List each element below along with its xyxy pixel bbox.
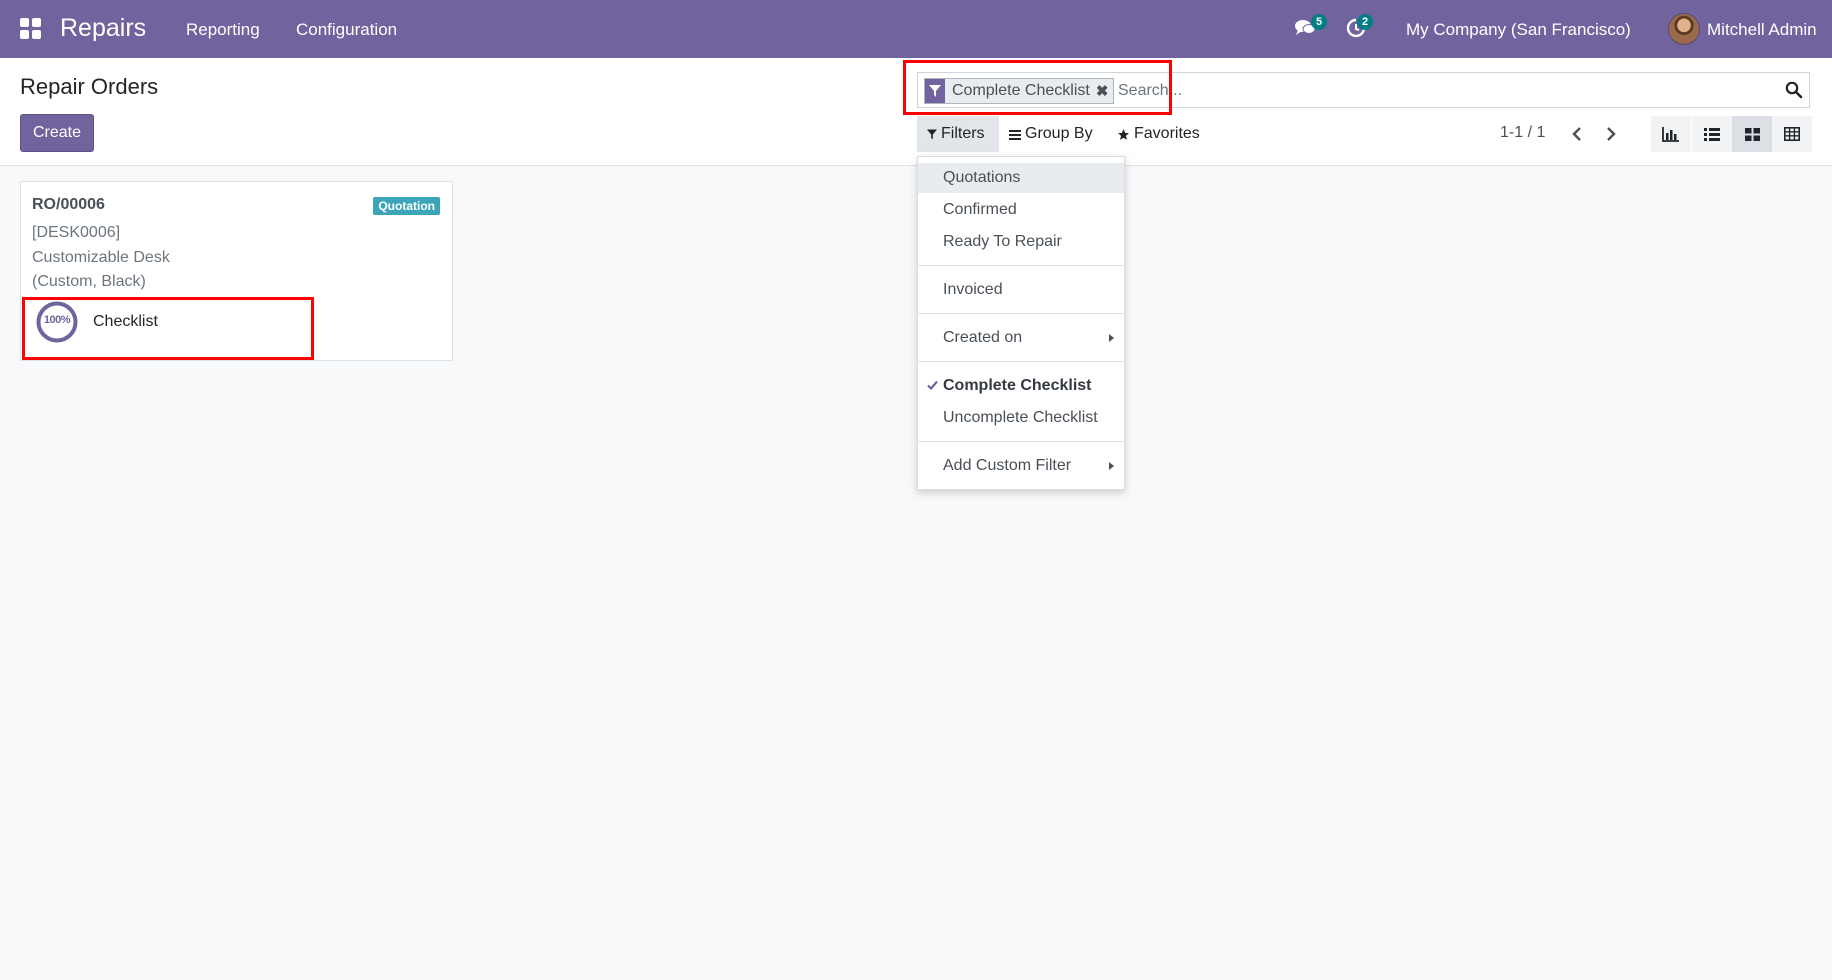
filter-icon bbox=[927, 129, 937, 139]
add-custom-filter-label: Add Custom Filter bbox=[943, 457, 1072, 474]
repair-reference: RO/00006 bbox=[32, 196, 105, 213]
graph-view-button[interactable] bbox=[1651, 116, 1691, 152]
favorites-label: Favorites bbox=[1134, 125, 1200, 142]
checklist-label[interactable]: Checklist bbox=[93, 313, 158, 331]
pager-next-button[interactable] bbox=[1594, 116, 1628, 152]
filter-icon bbox=[925, 79, 945, 103]
control-panel: Repair Orders Create Complete Checklist … bbox=[0, 58, 1832, 166]
pager-previous-button[interactable] bbox=[1560, 116, 1594, 152]
filter-quotations[interactable]: Quotations bbox=[918, 163, 1124, 193]
facet-remove-icon[interactable]: ✖ bbox=[1094, 82, 1114, 100]
kanban-view-button[interactable] bbox=[1732, 116, 1772, 152]
filter-confirmed[interactable]: Confirmed bbox=[918, 195, 1124, 225]
check-icon bbox=[927, 380, 938, 391]
caret-right-icon bbox=[1109, 462, 1114, 470]
pivot-view-button[interactable] bbox=[1772, 116, 1812, 152]
search-icon[interactable] bbox=[1785, 81, 1803, 99]
filters-label: Filters bbox=[941, 125, 985, 142]
menu-configuration[interactable]: Configuration bbox=[296, 20, 397, 40]
menu-divider bbox=[918, 361, 1124, 362]
product-code: [DESK0006] bbox=[32, 224, 121, 241]
star-icon bbox=[1118, 128, 1129, 140]
checklist-progress-label: 100% bbox=[43, 314, 71, 326]
filter-complete-checklist-label: Complete Checklist bbox=[943, 377, 1092, 394]
create-button[interactable]: Create bbox=[20, 114, 94, 152]
product-name: Customizable Desk bbox=[32, 249, 170, 266]
pager-value[interactable]: 1-1 / 1 bbox=[1500, 124, 1545, 142]
facet-label: Complete Checklist bbox=[952, 82, 1090, 99]
activities-count-badge: 2 bbox=[1357, 14, 1373, 30]
menu-reporting[interactable]: Reporting bbox=[186, 20, 260, 40]
caret-right-icon bbox=[1109, 334, 1114, 342]
company-switcher[interactable]: My Company (San Francisco) bbox=[1406, 20, 1631, 40]
filter-created-on[interactable]: Created on bbox=[918, 323, 1124, 353]
filters-dropdown-menu: Quotations Confirmed Ready To Repair Inv… bbox=[917, 156, 1125, 490]
status-badge: Quotation bbox=[373, 197, 440, 215]
chevron-right-icon bbox=[1607, 127, 1616, 141]
bar-chart-icon bbox=[1662, 126, 1679, 142]
top-navbar: Repairs Reporting Configuration 5 2 My C… bbox=[0, 0, 1832, 58]
search-facet: Complete Checklist ✖ bbox=[924, 78, 1115, 104]
kanban-icon bbox=[1744, 127, 1760, 141]
menu-divider bbox=[918, 313, 1124, 314]
table-icon bbox=[1784, 127, 1800, 141]
chevron-left-icon bbox=[1572, 127, 1581, 141]
page-title: Repair Orders bbox=[20, 74, 159, 99]
add-custom-filter[interactable]: Add Custom Filter bbox=[918, 451, 1124, 481]
favorites-button[interactable]: Favorites bbox=[1107, 116, 1210, 152]
list-view-button[interactable] bbox=[1692, 116, 1732, 152]
bars-icon bbox=[1009, 129, 1021, 140]
user-menu[interactable]: Mitchell Admin bbox=[1707, 20, 1817, 40]
filter-uncomplete-checklist[interactable]: Uncomplete Checklist bbox=[918, 403, 1124, 433]
product-variant: (Custom, Black) bbox=[32, 273, 146, 290]
search-bar[interactable]: Complete Checklist ✖ bbox=[917, 72, 1810, 108]
filter-complete-checklist[interactable]: Complete Checklist bbox=[918, 371, 1124, 401]
app-name[interactable]: Repairs bbox=[60, 14, 146, 43]
filters-button[interactable]: Filters bbox=[917, 116, 999, 152]
menu-divider bbox=[918, 441, 1124, 442]
apps-menu-icon[interactable] bbox=[20, 18, 42, 40]
group-by-button[interactable]: Group By bbox=[999, 116, 1103, 152]
user-avatar[interactable] bbox=[1668, 13, 1700, 45]
filter-invoiced[interactable]: Invoiced bbox=[918, 275, 1124, 305]
list-icon bbox=[1704, 127, 1720, 141]
filter-ready-to-repair[interactable]: Ready To Repair bbox=[918, 227, 1124, 257]
messages-count-badge: 5 bbox=[1311, 14, 1327, 30]
search-input[interactable] bbox=[1118, 79, 1718, 103]
kanban-record-card[interactable]: RO/00006 Quotation [DESK0006] Customizab… bbox=[20, 181, 453, 361]
group-by-label: Group By bbox=[1025, 125, 1093, 142]
menu-divider bbox=[918, 265, 1124, 266]
filter-created-on-label: Created on bbox=[943, 329, 1023, 346]
